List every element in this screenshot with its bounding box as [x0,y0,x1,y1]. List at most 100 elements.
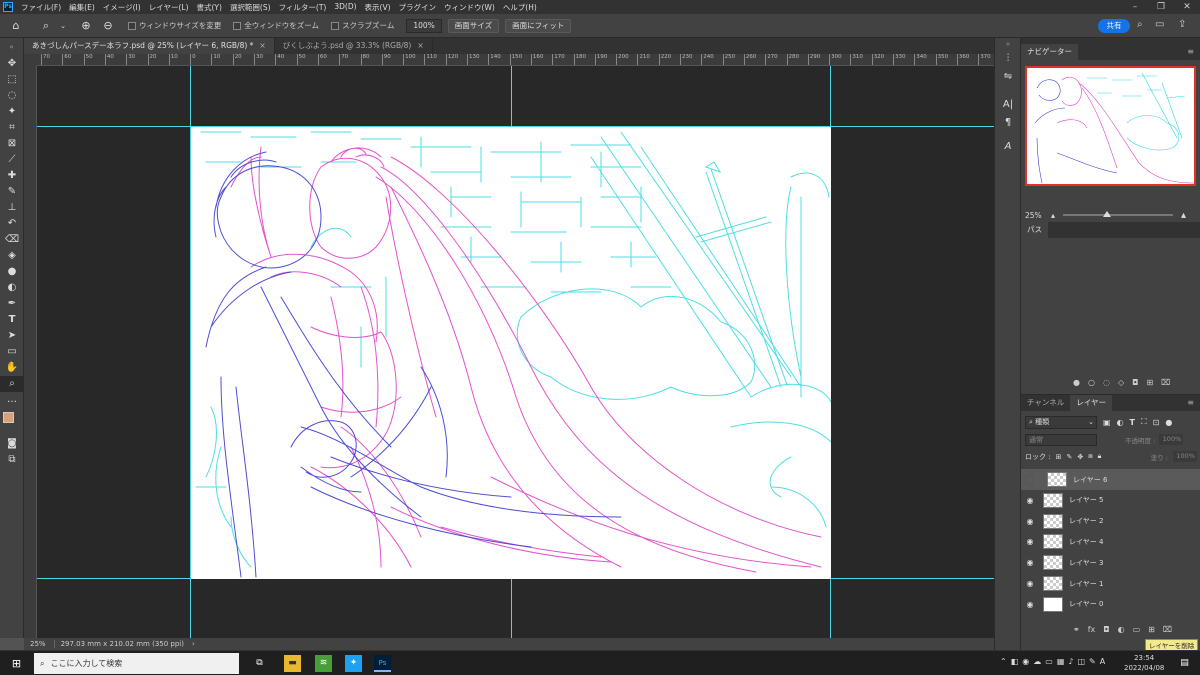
healing-brush-tool-icon[interactable]: ✚ [0,168,24,184]
layer-name[interactable]: レイヤー 4 [1069,537,1103,547]
horizontal-ruler[interactable]: 70 60 50 40 30 20 10 0 10 20 30 40 50 60 70 80 90 100 110 1… [37,54,994,66]
layer-name[interactable]: レイヤー 2 [1069,516,1103,526]
cloud-icon[interactable]: ☁ [1033,657,1041,666]
minimize-icon[interactable]: – [1122,2,1148,12]
color-swatches[interactable] [0,408,23,436]
status-zoom[interactable]: 25% [30,640,46,648]
layer-row[interactable]: ◉ レイヤー 4 [1021,531,1200,552]
crop-tool-icon[interactable]: ⌗ [0,120,24,136]
workspace-icon[interactable]: ▭ [1155,19,1164,30]
layer-row[interactable]: ◉ レイヤー 0 [1021,594,1200,615]
smart-object-filter-icon[interactable]: ⊡ [1153,418,1160,427]
zoom-in-icon[interactable]: ⊕ [78,19,94,32]
zoom-all-windows-checkbox[interactable]: 全ウィンドウをズーム [233,20,319,31]
search-icon[interactable]: ⌕ [1137,19,1143,30]
zoom-out-icon[interactable]: ⊖ [100,19,116,32]
close-icon[interactable]: ✕ [1174,2,1200,12]
chevron-down-icon[interactable]: ⌄ [60,22,66,30]
zoom-slider-knob[interactable] [1103,211,1112,217]
pen-icon[interactable]: ✎ [1089,657,1096,666]
more-tools-icon[interactable]: … [0,392,24,408]
character-icon[interactable]: A| [995,96,1021,114]
kind-filter-select[interactable]: ⌕ 種類 ⌄ [1025,415,1097,429]
pixel-filter-icon[interactable]: ▣ [1103,418,1111,427]
chevron-right-icon[interactable]: › [192,640,195,648]
scrubby-zoom-checkbox[interactable]: スクラブズーム [331,20,394,31]
fit-screen-button[interactable]: 画面にフィット [505,18,572,33]
tab-channels[interactable]: チャンネル [1021,395,1070,411]
close-icon[interactable]: × [417,41,423,50]
new-layer-icon[interactable]: ⊞ [1148,625,1155,634]
trash-icon[interactable]: ⌧ [1163,625,1172,634]
close-icon[interactable]: × [259,41,265,50]
menu-item[interactable]: ウィンドウ(W) [440,2,499,13]
foreground-color[interactable] [3,412,14,423]
panel-menu-icon[interactable]: ≡ [1187,398,1194,407]
navigator-zoom-slider[interactable] [1063,211,1174,217]
app-stack-icon[interactable]: ≋ [315,655,332,672]
trash-icon[interactable]: ⌧ [1161,378,1170,387]
windows-start-icon[interactable]: ⊞ [8,655,25,672]
type-tool-icon[interactable]: T [0,312,24,328]
load-selection-icon[interactable]: ◌ [1103,378,1110,387]
zoom-in-small-icon[interactable]: ▴ [1181,210,1186,221]
chevron-up-icon[interactable]: ⌃ [1000,657,1007,666]
lock-image-icon[interactable]: ✎ [1066,453,1072,461]
hand-tool-icon[interactable]: ✋ [0,360,24,376]
document-canvas[interactable] [191,127,831,579]
panel-menu-icon[interactable]: ≡ [1187,47,1194,56]
add-mask-icon[interactable]: ◘ [1132,378,1138,387]
notification-icon[interactable]: ▤ [1176,655,1193,672]
rectangle-tool-icon[interactable]: ▭ [0,344,24,360]
eye-icon[interactable]: ◉ [1021,517,1039,526]
task-view-icon[interactable]: ⧉ [251,655,268,672]
layer-row[interactable]: ◉ レイヤー 3 [1021,552,1200,573]
screen-size-button[interactable]: 画面サイズ [447,18,500,33]
menu-item[interactable]: 書式(Y) [193,2,226,13]
menu-item[interactable]: 表示(V) [361,2,395,13]
new-path-icon[interactable]: ⊞ [1146,378,1153,387]
zoom-value-field[interactable]: 100% [406,18,442,33]
clone-stamp-tool-icon[interactable]: ⊥ [0,200,24,216]
eye-icon[interactable]: ◉ [1021,558,1039,567]
fill-path-icon[interactable]: ● [1073,378,1080,387]
glyphs-icon[interactable]: A [995,138,1021,156]
quick-mask-icon[interactable]: ◙ [0,436,24,452]
layer-row[interactable]: ◉ レイヤー 5 [1021,490,1200,511]
eyedropper-tool-icon[interactable]: ⟋ [0,152,24,168]
frame-tool-icon[interactable]: ⊠ [0,136,24,152]
zoom-out-small-icon[interactable]: ▴ [1051,211,1055,220]
collapse-icon[interactable]: « [995,38,1021,50]
eraser-tool-icon[interactable]: ⌫ [0,232,24,248]
blend-mode-select[interactable]: 通常 [1025,433,1097,446]
tab-document-1[interactable]: あきづしんパースデー本ラフ.psd @ 25% (レイヤー 6, RGB/8) … [24,38,275,54]
menu-item[interactable]: プラグイン [395,2,441,13]
tab-document-2[interactable]: びくしぶよう.psd @ 33.3% (RGB/8) × [275,38,433,54]
share-button[interactable]: 共有 [1098,19,1130,33]
vertical-ruler[interactable] [24,66,37,638]
volume-icon[interactable]: ♪ [1068,657,1073,666]
photoshop-taskbar-icon[interactable]: Ps [374,655,391,672]
blur-tool-icon[interactable]: ● [0,264,24,280]
layer-name[interactable]: レイヤー 3 [1069,558,1103,568]
network-icon[interactable]: ▦ [1057,657,1065,666]
adjustment-layer-icon[interactable]: ◐ [1118,625,1125,634]
opacity-field[interactable]: 100% [1159,434,1184,445]
collapse-icon[interactable]: » [0,38,23,56]
zoom-tool-icon[interactable]: ⌕ [38,19,54,33]
file-explorer-icon[interactable]: ▬ [284,655,301,672]
fill-field[interactable]: 100% [1173,451,1197,462]
paint-bucket-tool-icon[interactable]: ◈ [0,248,24,264]
new-group-icon[interactable]: ▭ [1133,625,1141,634]
brush-tool-icon[interactable]: ✎ [0,184,24,200]
paragraph-icon[interactable]: ¶ [995,114,1021,132]
resize-window-checkbox[interactable]: ウィンドウサイズを変更 [128,20,221,31]
marquee-tool-icon[interactable]: ⬚ [0,72,24,88]
move-tool-icon[interactable]: ✥ [0,56,24,72]
menu-item[interactable]: ヘルプ(H) [499,2,541,13]
screen-mode-icon[interactable]: ⧉ [0,452,24,468]
home-icon[interactable]: ⌂ [8,19,24,32]
lock-artboard-icon[interactable]: ⧈ [1088,452,1092,461]
lock-position-icon[interactable]: ✥ [1077,453,1083,461]
layer-name[interactable]: レイヤー 1 [1069,579,1103,589]
